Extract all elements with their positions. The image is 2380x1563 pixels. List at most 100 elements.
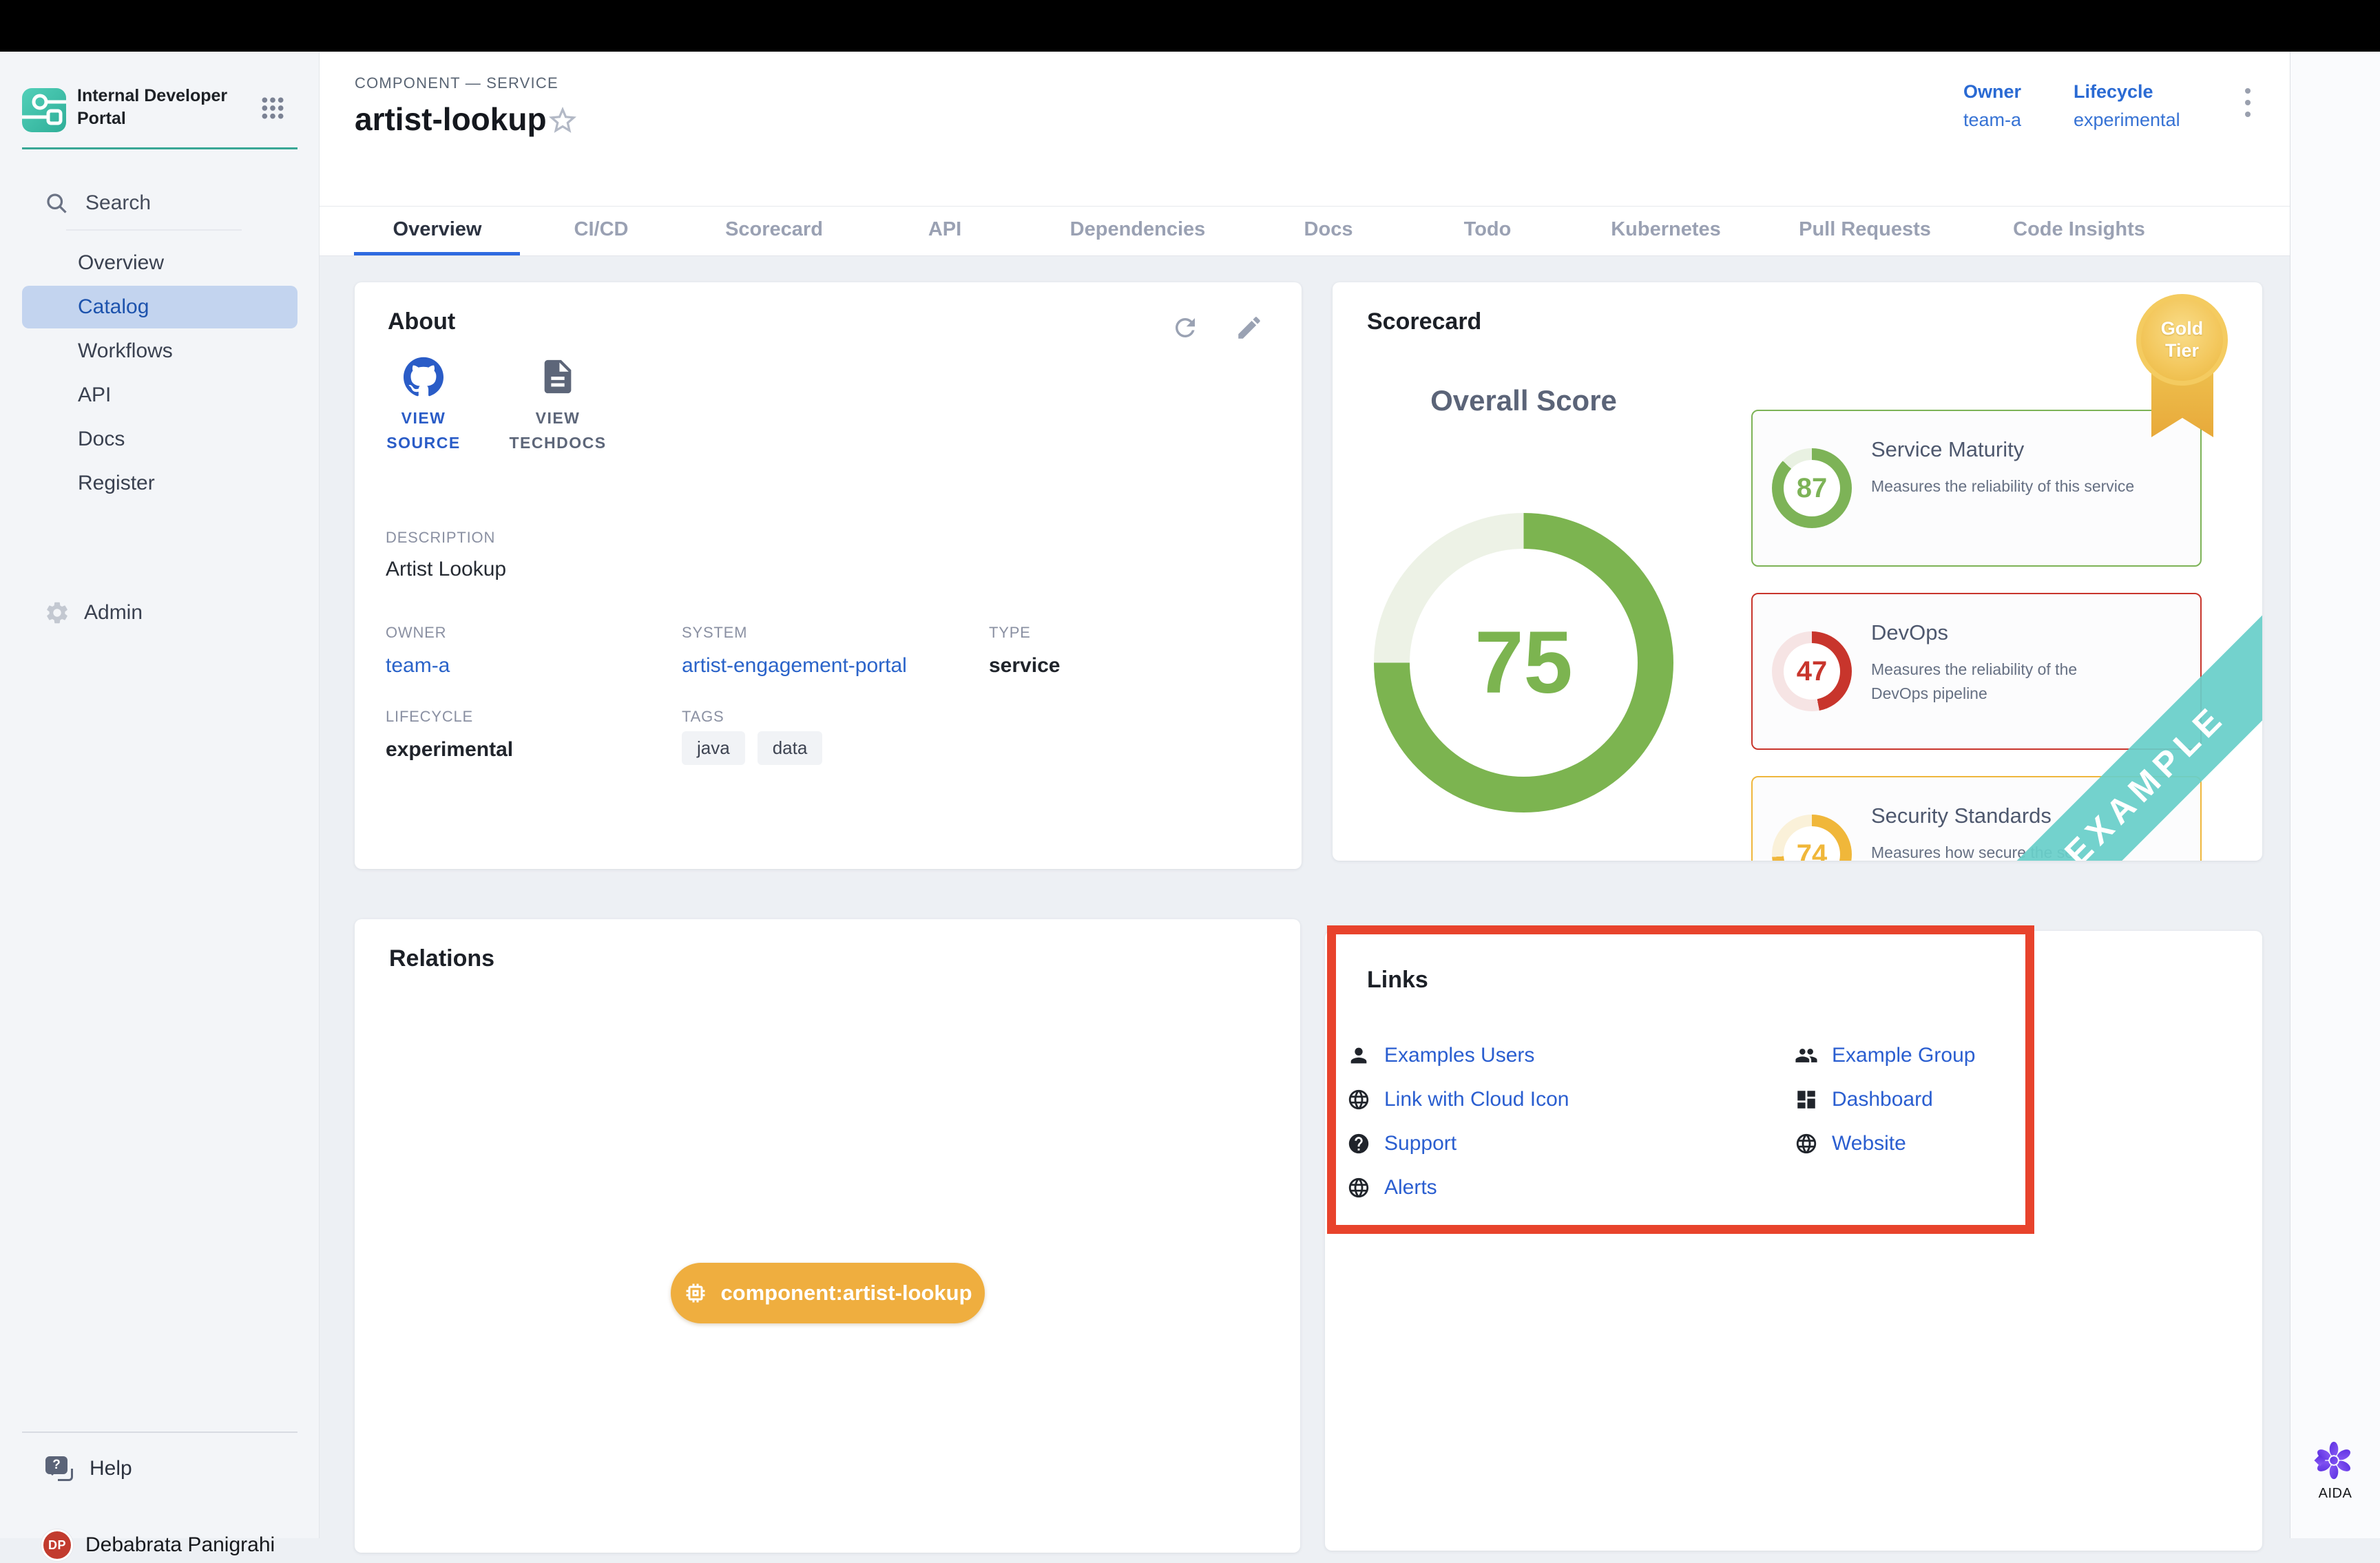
- overall-score-value: 75: [1374, 513, 1673, 812]
- sidebar-item-register[interactable]: Register: [22, 462, 298, 505]
- links-right-column: Example Group Dashboard Website: [1795, 1041, 1975, 1157]
- sidebar-item-docs[interactable]: Docs: [22, 418, 298, 461]
- tags-field-label: TAGS: [682, 708, 724, 726]
- tab-bar: Overview CI/CD Scorecard API Dependencie…: [320, 207, 2290, 256]
- tab-api[interactable]: API: [928, 207, 961, 253]
- user-profile[interactable]: DP Debabrata Panigrahi: [41, 1527, 303, 1563]
- link-dashboard[interactable]: Dashboard: [1795, 1085, 1975, 1113]
- refresh-icon[interactable]: [1171, 313, 1200, 342]
- scorecard-card: Scorecard Overall Score 75 87 Service Ma…: [1333, 282, 2262, 861]
- globe-icon: [1347, 1088, 1370, 1111]
- about-card: About VIEWSOURCE VIEWTECHDOCS DESCRIPTIO…: [355, 282, 1302, 869]
- sidebar-item-help[interactable]: ? Help: [45, 1452, 293, 1485]
- tab-cicd[interactable]: CI/CD: [574, 207, 629, 253]
- link-alerts[interactable]: Alerts: [1347, 1173, 1569, 1202]
- sidebar-item-admin[interactable]: Admin: [44, 596, 292, 630]
- metric-card-devops[interactable]: 47 DevOps Measures the reliability of th…: [1751, 593, 2202, 750]
- tab-todo[interactable]: Todo: [1464, 207, 1512, 253]
- dashboard-icon: [1795, 1088, 1818, 1111]
- security-standards-donut: 74: [1772, 815, 1852, 861]
- description-value: Artist Lookup: [386, 558, 506, 581]
- relations-title: Relations: [389, 945, 494, 972]
- tab-docs[interactable]: Docs: [1304, 207, 1353, 253]
- view-techdocs-link[interactable]: VIEWTECHDOCS: [496, 357, 620, 455]
- owner-label: Owner: [1963, 81, 2021, 103]
- top-black-bar: [0, 0, 2380, 52]
- links-card: Links Examples Users Link with Cloud Ico…: [1325, 931, 2262, 1551]
- owner-value[interactable]: team-a: [1963, 109, 2021, 131]
- admin-label: Admin: [84, 601, 143, 625]
- system-field-value[interactable]: artist-engagement-portal: [682, 654, 907, 678]
- sidebar-item-search[interactable]: Search: [44, 188, 292, 218]
- tab-pull-requests[interactable]: Pull Requests: [1799, 207, 1931, 253]
- metric-name: Service Maturity: [1871, 437, 2024, 462]
- metric-card-service-maturity[interactable]: 87 Service Maturity Measures the reliabi…: [1751, 410, 2202, 567]
- relation-node-component[interactable]: component:artist-lookup: [671, 1263, 985, 1323]
- metric-description: Measures the reliability of this service: [1871, 474, 2188, 499]
- apps-grid-icon[interactable]: [259, 94, 286, 122]
- globe-icon: [1347, 1176, 1370, 1199]
- service-maturity-donut: 87: [1772, 448, 1852, 528]
- help-chat-icon: ?: [45, 1456, 73, 1481]
- owner-meta[interactable]: Owner team-a: [1963, 81, 2021, 131]
- person-icon: [1347, 1044, 1370, 1067]
- sidebar: Internal Developer Portal Search Overvie…: [0, 52, 320, 1538]
- gold-tier-badge: Gold Tier: [2136, 294, 2228, 439]
- link-cloud-icon[interactable]: Link with Cloud Icon: [1347, 1085, 1569, 1113]
- about-title: About: [388, 308, 455, 335]
- link-support[interactable]: Support: [1347, 1129, 1569, 1157]
- type-field-label: TYPE: [989, 624, 1031, 642]
- type-field-value: service: [989, 654, 1060, 678]
- lifecycle-label: Lifecycle: [2074, 81, 2180, 103]
- tab-dependencies[interactable]: Dependencies: [1070, 207, 1206, 253]
- metric-name: Security Standards: [1871, 804, 2052, 828]
- brand-divider: [22, 147, 298, 149]
- badge-medal: Gold Tier: [2136, 294, 2228, 386]
- group-icon: [1795, 1044, 1818, 1067]
- search-label: Search: [85, 191, 151, 215]
- scorecard-title: Scorecard: [1367, 308, 1481, 335]
- globe-icon: [1795, 1132, 1818, 1155]
- tab-code-insights[interactable]: Code Insights: [2013, 207, 2145, 253]
- aida-flower-icon: [2313, 1439, 2358, 1482]
- tag-chip-data[interactable]: data: [758, 731, 823, 765]
- github-icon: [404, 357, 443, 397]
- lifecycle-field-label: LIFECYCLE: [386, 708, 473, 726]
- sidebar-item-overview[interactable]: Overview: [22, 242, 298, 284]
- user-name: Debabrata Panigrahi: [85, 1533, 275, 1557]
- breadcrumb: COMPONENT — SERVICE: [355, 74, 559, 92]
- sidebar-bottom-divider: [22, 1431, 298, 1433]
- portal-logo-icon[interactable]: [22, 88, 66, 132]
- chip-icon: [683, 1281, 708, 1305]
- lifecycle-field-value: experimental: [386, 738, 513, 762]
- aida-label: AIDA: [2313, 1486, 2358, 1502]
- tab-kubernetes[interactable]: Kubernetes: [1611, 207, 1721, 253]
- link-examples-users[interactable]: Examples Users: [1347, 1041, 1569, 1069]
- view-source-link[interactable]: VIEWSOURCE: [362, 357, 486, 455]
- favorite-star-icon[interactable]: [546, 104, 579, 137]
- links-left-column: Examples Users Link with Cloud Icon Supp…: [1347, 1041, 1569, 1202]
- sidebar-item-workflows[interactable]: Workflows: [22, 330, 298, 373]
- right-rail: [2290, 52, 2380, 1538]
- overall-score-label: Overall Score: [1374, 384, 1673, 417]
- tab-overview[interactable]: Overview: [393, 207, 482, 253]
- search-divider: [66, 229, 242, 231]
- metric-name: DevOps: [1871, 620, 1948, 645]
- avatar: DP: [41, 1529, 73, 1561]
- system-field-label: SYSTEM: [682, 624, 747, 642]
- edit-pencil-icon[interactable]: [1235, 313, 1264, 342]
- more-options-icon[interactable]: [2242, 88, 2253, 117]
- link-website[interactable]: Website: [1795, 1129, 1975, 1157]
- page-title: artist-lookup: [355, 101, 547, 138]
- tab-scorecard[interactable]: Scorecard: [725, 207, 823, 253]
- owner-field-label: OWNER: [386, 624, 446, 642]
- tag-chip-java[interactable]: java: [682, 731, 745, 765]
- owner-field-value[interactable]: team-a: [386, 654, 450, 678]
- gear-icon: [44, 600, 70, 626]
- description-label: DESCRIPTION: [386, 529, 495, 547]
- lifecycle-meta: Lifecycle experimental: [2074, 81, 2180, 131]
- aida-widget[interactable]: AIDA: [2313, 1439, 2358, 1502]
- sidebar-item-catalog[interactable]: Catalog: [22, 286, 298, 328]
- link-example-group[interactable]: Example Group: [1795, 1041, 1975, 1069]
- sidebar-item-api[interactable]: API: [22, 374, 298, 417]
